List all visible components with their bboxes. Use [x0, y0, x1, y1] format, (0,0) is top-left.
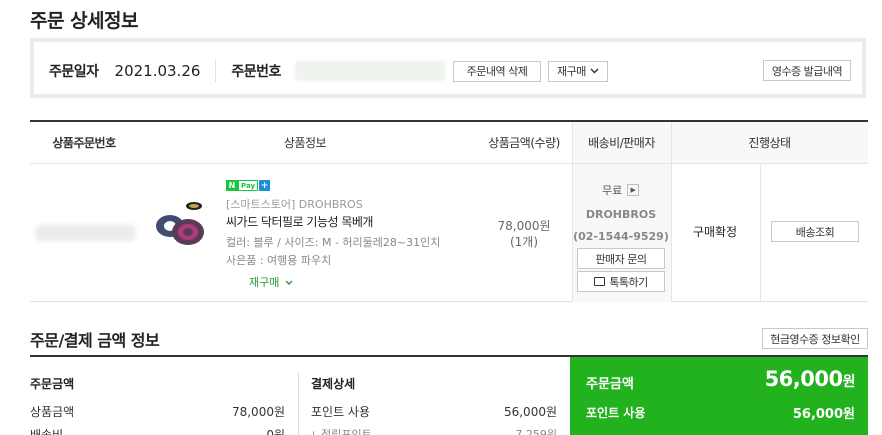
shipping-fee[interactable]: 무료 ▶ — [602, 182, 640, 198]
total-amount-value: 56,000 — [764, 367, 844, 391]
receipt-history-button[interactable]: 영수증 발급내역 — [763, 60, 851, 81]
order-date-value: 2021.03.26 — [114, 62, 201, 80]
order-item-number-redacted — [35, 225, 135, 241]
seller-name: DROHBROS — [585, 208, 657, 221]
shipping-fee-label: 배송비 — [30, 428, 64, 435]
divider — [215, 60, 217, 82]
product-quantity: (1개) — [509, 235, 539, 249]
order-date-label: 주문일자 — [49, 64, 99, 80]
total-heading: 주문금액 — [586, 377, 634, 392]
product-thumbnail[interactable] — [150, 192, 210, 252]
point-use-label: 포인트 사용 — [311, 405, 371, 419]
goods-amount-value: 78,000원 — [231, 405, 285, 419]
product-price: 78,000원 — [497, 219, 551, 233]
order-amount-heading: 주문금액 — [30, 377, 75, 391]
rebuy-dropdown-button[interactable]: 재구매 — [547, 60, 608, 82]
product-rebuy-label: 재구매 — [249, 276, 280, 289]
order-number-label: 주문번호 — [231, 64, 281, 80]
product-name[interactable]: 씨가드 닥터필로 기능성 목베개 — [226, 213, 373, 230]
total-amount-unit: 원 — [842, 374, 856, 390]
total-amount: 56,000원 — [764, 367, 856, 391]
talktalk-button[interactable]: 톡톡하기 — [577, 271, 665, 292]
order-status: 구매확정 — [692, 225, 738, 239]
header-shipping-seller: 배송비/판매자 — [588, 136, 655, 150]
earned-point-value: 7,259원 — [515, 428, 557, 435]
order-table: 상품주문번호 상품정보 상품금액(수량) 배송비/판매자 진행상태 N Pay … — [30, 120, 868, 302]
order-summary-row: 주문일자 2021.03.26 주문번호 주문내역 삭제 재구매 — [49, 60, 608, 82]
shipping-seller-cell: 무료 ▶ DROHBROS (02-1544-9529) 판매자 문의 톡톡하기 — [572, 164, 670, 302]
payment-detail-panel: 결제상세 포인트 사용 56,000원 ㄴ적립포인트 7,259원 — [298, 357, 557, 435]
order-amount-panel: 주문금액 상품금액 78,000원 배송비 0원 — [30, 357, 285, 435]
order-summary-box: 주문일자 2021.03.26 주문번호 주문내역 삭제 재구매 영수증 발급내… — [30, 38, 866, 98]
npay-plus-badge: N Pay + — [226, 180, 271, 191]
header-order-item-no: 상품주문번호 — [52, 136, 116, 150]
play-arrow-icon: ▶ — [627, 184, 640, 196]
product-store[interactable]: [스마트스토어] DROHBROS — [226, 196, 363, 212]
product-gift: 사은품 : 여행용 파우치 — [226, 254, 332, 267]
header-product-info: 상품정보 — [283, 136, 327, 150]
order-number-redacted — [294, 61, 445, 81]
npay-plus-mark: + — [259, 180, 271, 191]
chat-icon — [594, 277, 606, 286]
payment-summary: 주문금액 상품금액 78,000원 배송비 0원 결제상세 포인트 사용 56,… — [30, 355, 868, 435]
header-divider — [30, 163, 868, 164]
total-point-label: 포인트 사용 — [586, 406, 646, 420]
product-option: 컬러: 블루 / 사이즈: M - 허리둘레28~31인치 — [226, 236, 441, 249]
talktalk-label: 톡톡하기 — [609, 275, 648, 289]
chevron-down-icon — [285, 280, 293, 285]
earned-point-label: ㄴ적립포인트 — [311, 428, 372, 435]
goods-amount-label: 상품금액 — [30, 405, 75, 419]
npay-pay-mark: Pay — [238, 180, 259, 191]
total-amount-panel: 주문금액 56,000원 포인트 사용 56,000원 — [570, 357, 868, 435]
header-price-qty: 상품금액(수량) — [488, 136, 560, 150]
seller-phone: (02-1544-9529) — [573, 230, 669, 243]
shipping-fee-value: 0원 — [266, 428, 285, 435]
payment-section-title: 주문/결제 금액 정보 — [30, 331, 160, 350]
seller-inquiry-button[interactable]: 판매자 문의 — [577, 248, 665, 269]
payment-detail-heading: 결제상세 — [311, 377, 356, 391]
product-rebuy-link[interactable]: 재구매 — [249, 274, 293, 290]
header-status: 진행상태 — [748, 136, 791, 150]
track-delivery-button[interactable]: 배송조회 — [771, 221, 859, 242]
chevron-down-icon — [590, 68, 599, 74]
page-title: 주문 상세정보 — [30, 10, 139, 32]
rebuy-label: 재구매 — [557, 65, 586, 78]
point-use-value: 56,000원 — [503, 405, 557, 419]
column-line — [760, 163, 761, 302]
cash-receipt-button[interactable]: 현금영수증 정보확인 — [762, 328, 868, 349]
shipping-fee-label: 무료 — [602, 184, 623, 197]
npay-n-mark: N — [226, 180, 238, 191]
delete-order-button[interactable]: 주문내역 삭제 — [452, 60, 541, 82]
total-point-value: 56,000원 — [792, 407, 855, 422]
